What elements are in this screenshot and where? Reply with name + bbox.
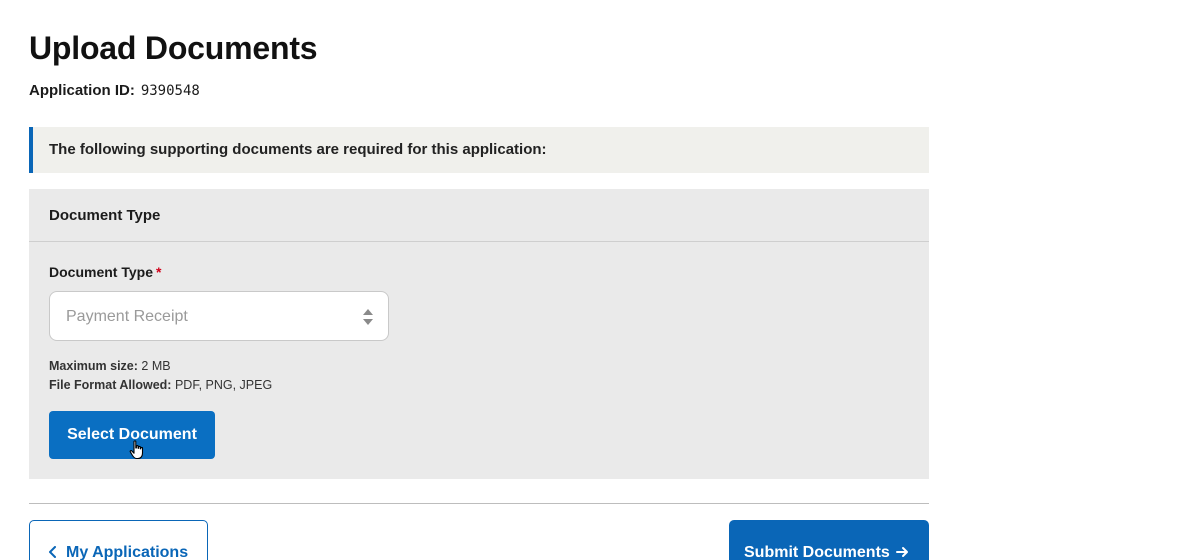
max-size-label: Maximum size: xyxy=(49,359,138,373)
application-id-value: 9390548 xyxy=(140,83,200,99)
page-title: Upload Documents xyxy=(29,30,318,66)
document-panel: Document Type Document Type * Payment Rec… xyxy=(29,189,929,479)
submit-documents-label: Submit Documents xyxy=(744,544,890,560)
application-id: Application ID: 9390548 xyxy=(29,82,200,99)
document-type-label: Document Type * xyxy=(49,264,161,280)
file-format-label: File Format Allowed: xyxy=(49,378,172,392)
submit-documents-button[interactable]: Submit Documents xyxy=(729,520,929,560)
file-format-hint: File Format Allowed: PDF, PNG, JPEG xyxy=(49,378,272,392)
sort-arrows-icon xyxy=(363,309,373,325)
file-format-value: PDF, PNG, JPEG xyxy=(174,378,273,392)
hand-pointer-icon xyxy=(129,440,144,460)
my-applications-label: My Applications xyxy=(66,544,189,560)
document-type-select[interactable]: Payment Receipt xyxy=(49,291,389,341)
chevron-left-icon xyxy=(49,546,56,558)
max-size-value: 2 MB xyxy=(141,359,171,373)
max-size-hint: Maximum size: 2 MB xyxy=(49,359,171,373)
required-documents-notice: The following supporting documents are r… xyxy=(29,127,929,173)
my-applications-button[interactable]: My Applications xyxy=(29,520,208,560)
notice-text: The following supporting documents are r… xyxy=(49,141,547,158)
document-type-label-text: Document Type xyxy=(49,264,153,280)
upload-documents-page: Upload Documents Application ID: 9390548 … xyxy=(0,0,1200,560)
document-type-select-value: Payment Receipt xyxy=(66,308,188,325)
panel-header: Document Type xyxy=(29,189,929,242)
required-marker: * xyxy=(155,264,162,280)
application-id-label: Application ID: xyxy=(29,82,135,99)
section-divider xyxy=(29,503,929,504)
arrow-right-icon xyxy=(895,547,908,557)
